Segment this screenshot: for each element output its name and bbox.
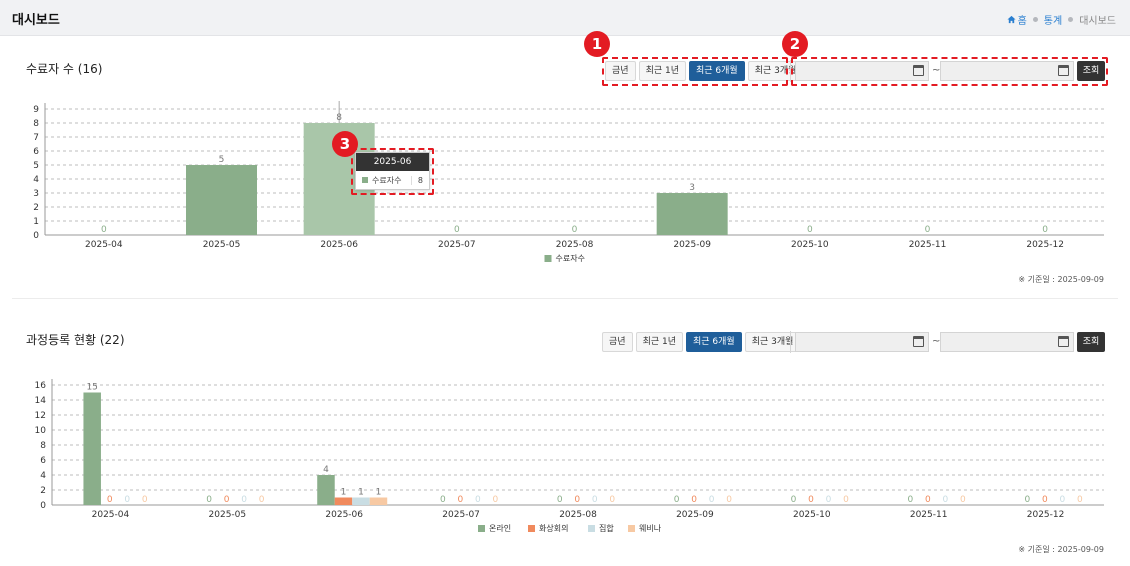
data-label: 0 (925, 495, 931, 505)
data-label: 0 (457, 495, 463, 505)
date-range-highlight-box (791, 57, 1108, 86)
bar (352, 497, 370, 505)
y-tick-label: 8 (40, 441, 46, 451)
data-label: 0 (791, 495, 797, 505)
data-label: 0 (592, 495, 598, 505)
tooltip-highlight-box (351, 148, 434, 195)
y-tick-label: 0 (40, 501, 46, 511)
x-tick-label: 2025-07 (442, 510, 480, 520)
data-label: 0 (241, 495, 247, 505)
data-label: 0 (1077, 495, 1083, 505)
data-label: 0 (440, 495, 446, 505)
data-label: 0 (142, 495, 148, 505)
data-label: 0 (609, 495, 615, 505)
data-label: 0 (206, 495, 212, 505)
x-tick-label: 2025-11 (910, 510, 948, 520)
legend-label: 웨비나 (639, 523, 662, 533)
x-tick-label: 2025-06 (325, 510, 363, 520)
data-label: 0 (943, 495, 949, 505)
data-label: 0 (475, 495, 481, 505)
data-label: 0 (908, 495, 914, 505)
x-tick-label: 2025-08 (559, 510, 597, 520)
data-label: 0 (726, 495, 732, 505)
y-tick-label: 16 (35, 381, 47, 391)
marker-2-badge: 2 (782, 31, 808, 57)
x-tick-label: 2025-05 (209, 510, 247, 520)
data-label: 0 (1024, 495, 1030, 505)
bar (334, 497, 353, 505)
x-tick-label: 2025-12 (1027, 510, 1065, 520)
x-tick-label: 2025-10 (793, 510, 831, 520)
data-label: 0 (960, 495, 966, 505)
data-label: 0 (709, 495, 715, 505)
legend-label: 집합 (599, 523, 614, 533)
legend-swatch (478, 525, 485, 532)
marker-3-badge: 3 (332, 131, 358, 157)
data-label: 0 (259, 495, 265, 505)
legend-swatch (528, 525, 535, 532)
data-label: 0 (224, 495, 230, 505)
y-tick-label: 6 (40, 456, 46, 466)
data-label: 1 (376, 488, 382, 498)
data-label: 0 (557, 495, 563, 505)
marker-1-badge: 1 (584, 31, 610, 57)
data-label: 0 (808, 495, 814, 505)
data-label: 1 (341, 488, 347, 498)
bar (369, 497, 388, 505)
bar (83, 392, 101, 505)
data-label: 4 (323, 465, 329, 475)
y-tick-label: 2 (40, 486, 46, 496)
y-tick-label: 12 (35, 411, 46, 421)
legend-swatch (588, 525, 595, 532)
data-label: 0 (574, 495, 580, 505)
period-highlight-box (602, 57, 788, 86)
basis-date: ※ 기준일 : 2025-09-09 (1018, 545, 1104, 554)
legend-label: 온라인 (489, 523, 511, 533)
data-label: 0 (1042, 495, 1048, 505)
y-tick-label: 10 (35, 426, 47, 436)
x-tick-label: 2025-04 (92, 510, 130, 520)
y-tick-label: 14 (35, 396, 47, 406)
data-label: 0 (124, 495, 130, 505)
legend-label: 화상회의 (539, 523, 568, 533)
x-tick-label: 2025-09 (676, 510, 714, 520)
data-label: 1 (358, 488, 364, 498)
data-label: 0 (826, 495, 832, 505)
bar (317, 475, 335, 505)
data-label: 0 (691, 495, 697, 505)
data-label: 0 (1059, 495, 1065, 505)
y-tick-label: 4 (40, 471, 46, 481)
legend-swatch (628, 525, 635, 532)
data-label: 0 (674, 495, 680, 505)
data-label: 15 (86, 383, 97, 393)
data-label: 0 (492, 495, 498, 505)
data-label: 0 (107, 495, 113, 505)
data-label: 0 (843, 495, 849, 505)
